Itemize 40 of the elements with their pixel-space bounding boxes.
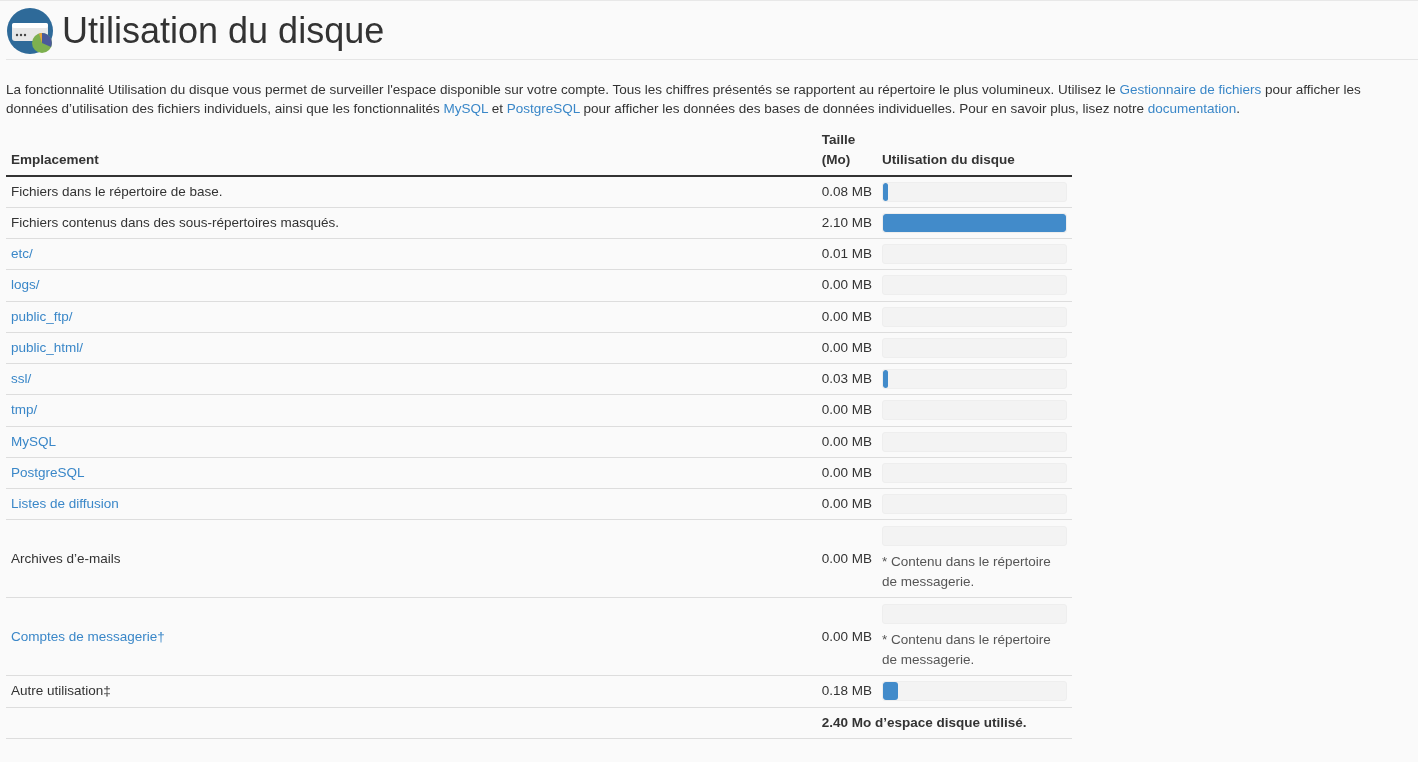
size-value: 0.00 MB <box>821 496 872 511</box>
location-link[interactable]: etc/ <box>11 246 33 261</box>
size-value: 0.01 MB <box>821 246 872 261</box>
size-value: 0.18 MB <box>821 683 872 699</box>
size-value: 2.10 MB <box>821 214 872 230</box>
size-value: 0.00 MB <box>821 464 872 480</box>
location-link[interactable]: ssl/ <box>11 371 32 386</box>
size-value: 0.00 MB <box>821 339 872 355</box>
column-header: Taille (Mo) <box>821 132 856 168</box>
size-value: 0.00 MB <box>821 628 872 644</box>
location-link[interactable]: Comptes de messagerie† <box>11 628 165 644</box>
location-text: Archives d’e-mails <box>11 550 121 566</box>
location-link[interactable]: PostgreSQL <box>11 464 85 480</box>
column-header: Utilisation du disque <box>882 152 1015 168</box>
location-link[interactable]: tmp/ <box>11 402 38 418</box>
text-link[interactable]: PostgreSQL <box>506 101 580 116</box>
location-text: Fichiers dans le répertoire de base. <box>11 183 223 199</box>
location-text: Autre utilisation‡ <box>11 683 111 699</box>
disk-usage-icon <box>6 7 54 55</box>
size-value: 0.00 MB <box>821 550 872 566</box>
size-value: 0.00 MB <box>821 308 872 324</box>
usage-note: * Contenu dans le répertoire de messagerie. <box>882 553 1052 592</box>
location-link[interactable]: Listes de diffusion <box>11 496 119 511</box>
total-usage: 2.40 Mo d’espace disque utilisé. <box>821 714 1027 730</box>
usage-note: * Contenu dans le répertoire de messagerie. <box>882 631 1052 670</box>
location-link[interactable]: public_ftp/ <box>11 308 73 324</box>
page-title: Utilisation du disque <box>62 9 385 53</box>
location-text: Fichiers contenus dans des sous-répertoires masqués. <box>11 214 339 230</box>
location-link[interactable]: MySQL <box>11 433 56 449</box>
text-link[interactable]: Gestionnaire de fichiers <box>1119 82 1262 97</box>
size-value: 0.00 MB <box>821 433 872 449</box>
location-link[interactable]: logs/ <box>11 277 40 293</box>
text-link[interactable]: MySQL <box>443 101 489 116</box>
intro-paragraph: La fonctionnalité Utilisation du disque vous permet de surveiller l'espace disponible sur votre compte. Tous les chiffres présentés se rapportent au répertoire le plus volumineux. Utilisez le Gestionnaire de fichiers pour afficher les données d’utilisation des fichiers individuels, ainsi que les fonctionnalités MySQL et PostgreSQL pour afficher les données des bases de données individuelles. Pour en savoir plus, lisez notre documentation. <box>6 81 1362 118</box>
column-header: Emplacement <box>11 152 99 168</box>
size-value: 0.00 MB <box>821 402 872 418</box>
location-link[interactable]: public_html/ <box>11 339 84 355</box>
size-value: 0.03 MB <box>821 371 872 386</box>
size-value: 0.00 MB <box>821 277 872 293</box>
size-value: 0.08 MB <box>821 183 872 199</box>
